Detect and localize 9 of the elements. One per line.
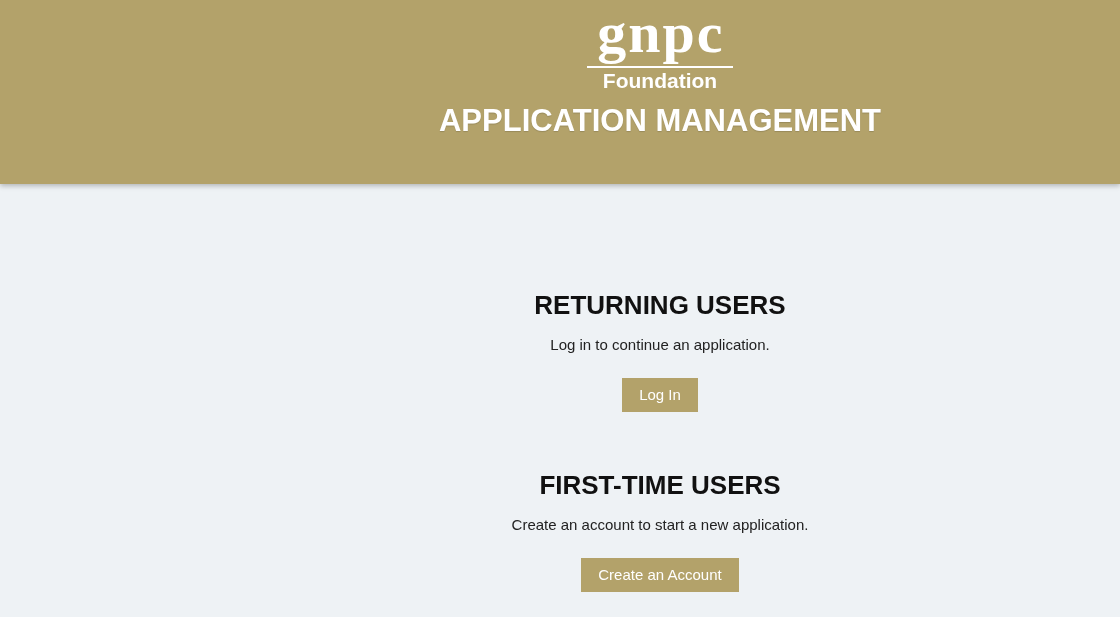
logo-tagline: Foundation (602, 69, 718, 93)
section-heading: RETURNING USERS (534, 290, 786, 320)
action-button[interactable]: Create an Account (581, 558, 739, 592)
logo-wordmark: gnpc (596, 0, 725, 66)
page-title: APPLICATION MANAGEMENT (439, 103, 881, 139)
section-description: Create an account to start a new application. (511, 516, 809, 534)
section-description: Log in to continue an application. (550, 336, 770, 354)
section-heading: FIRST-TIME USERS (539, 470, 781, 500)
action-button[interactable]: Log In (622, 378, 698, 412)
